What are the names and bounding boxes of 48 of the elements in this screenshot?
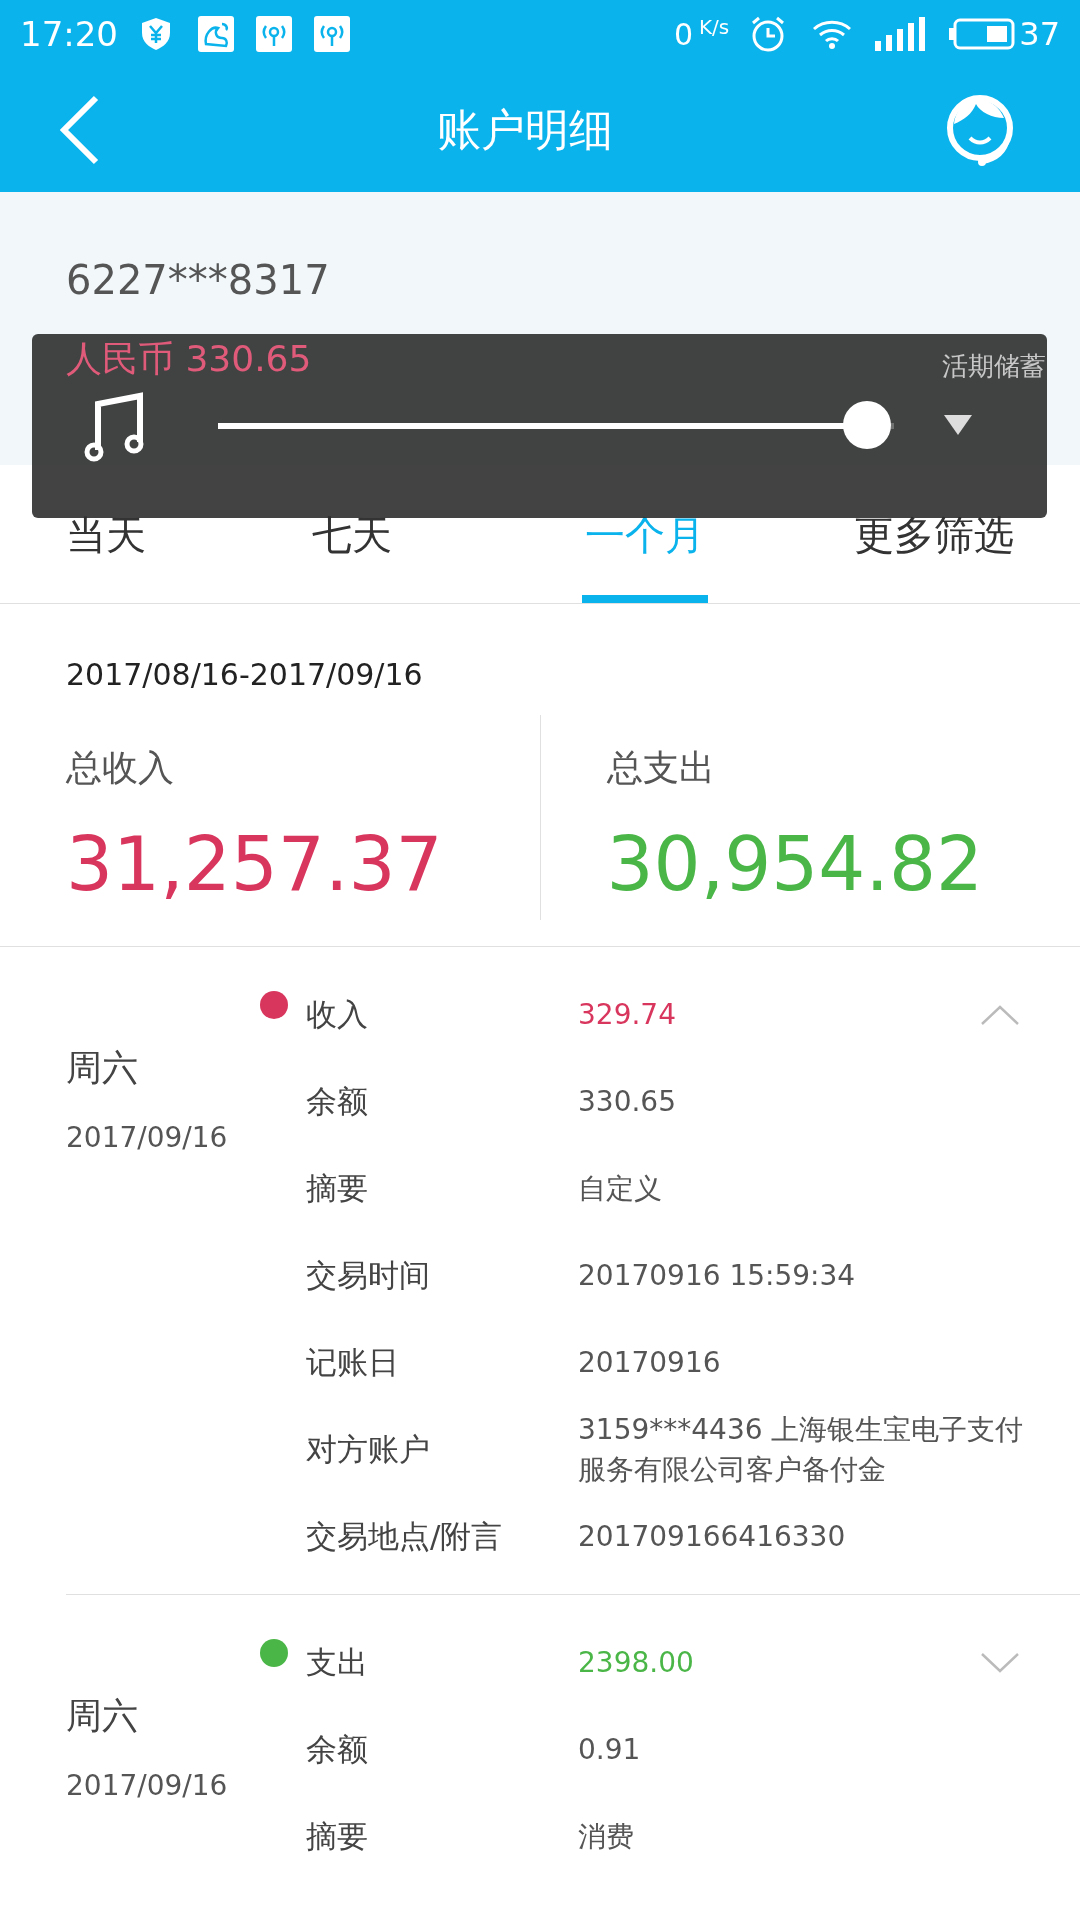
field-label: 交易地点/附言: [306, 1517, 504, 1557]
status-time: 17:20: [20, 12, 118, 56]
field-label: 记账日: [306, 1343, 400, 1383]
page-title: 账户明细: [437, 103, 613, 157]
field-label: 余额: [306, 1730, 369, 1770]
total-amount: 31,257.37: [66, 827, 444, 901]
total-amount: 30,954.82: [606, 827, 985, 901]
field-value: 自定义: [578, 1170, 663, 1207]
field-label: 对方账户: [306, 1430, 431, 1470]
account-type: 活期储蓄: [942, 350, 1046, 383]
field-label: 支出: [306, 1643, 369, 1683]
battery-level: 37: [1019, 14, 1060, 55]
period-range: 2017/08/16-2017/09/16: [65, 656, 424, 694]
transaction-weekday: 周六: [66, 1046, 139, 1090]
transaction-date: 2017/09/16: [66, 1768, 229, 1804]
period-tab[interactable]: 七天: [312, 505, 392, 603]
period-tab[interactable]: 当天: [66, 505, 146, 603]
field-value: 330.65: [578, 1083, 677, 1120]
total-label: 总支出: [606, 746, 716, 790]
total-label: 总收入: [66, 746, 175, 790]
field-value: 2398.00: [578, 1644, 695, 1681]
shield-icon: [140, 16, 172, 52]
field-value: 201709166416330: [578, 1518, 847, 1555]
field-value: 消费: [578, 1818, 635, 1855]
expand-chevron-icon[interactable]: [980, 1651, 1020, 1674]
period-tab[interactable]: 更多筛选: [854, 505, 1014, 603]
account-balance: 人民币 330.65: [66, 337, 312, 381]
collapse-chevron-icon[interactable]: [980, 1003, 1020, 1026]
transaction-weekday: 周六: [66, 1694, 139, 1738]
field-value: 3159***4436 上海银生宝电子支付服务有限公司客户备付金: [578, 1411, 1025, 1488]
field-value: 20170916 15:59:34: [578, 1257, 857, 1294]
account-number: 6227***8317: [66, 256, 331, 305]
field-value: 0.91: [578, 1731, 642, 1768]
field-value: 329.74: [578, 996, 677, 1033]
volume-thumb[interactable]: [842, 401, 891, 449]
field-value: 20170916: [578, 1344, 722, 1381]
transaction-date: 2017/09/16: [66, 1120, 229, 1156]
field-label: 摘要: [306, 1817, 369, 1857]
field-label: 交易时间: [306, 1256, 431, 1296]
hotspot-icon: [314, 16, 350, 52]
hotspot-icon: [256, 16, 292, 52]
battery-icon: [949, 18, 1016, 50]
field-label: 收入: [306, 995, 369, 1035]
field-label: 余额: [306, 1082, 369, 1122]
signal-icon: [875, 17, 926, 51]
music-note-icon: [84, 390, 146, 462]
dropdown-triangle-icon[interactable]: [944, 415, 972, 437]
field-label: 摘要: [306, 1169, 369, 1209]
